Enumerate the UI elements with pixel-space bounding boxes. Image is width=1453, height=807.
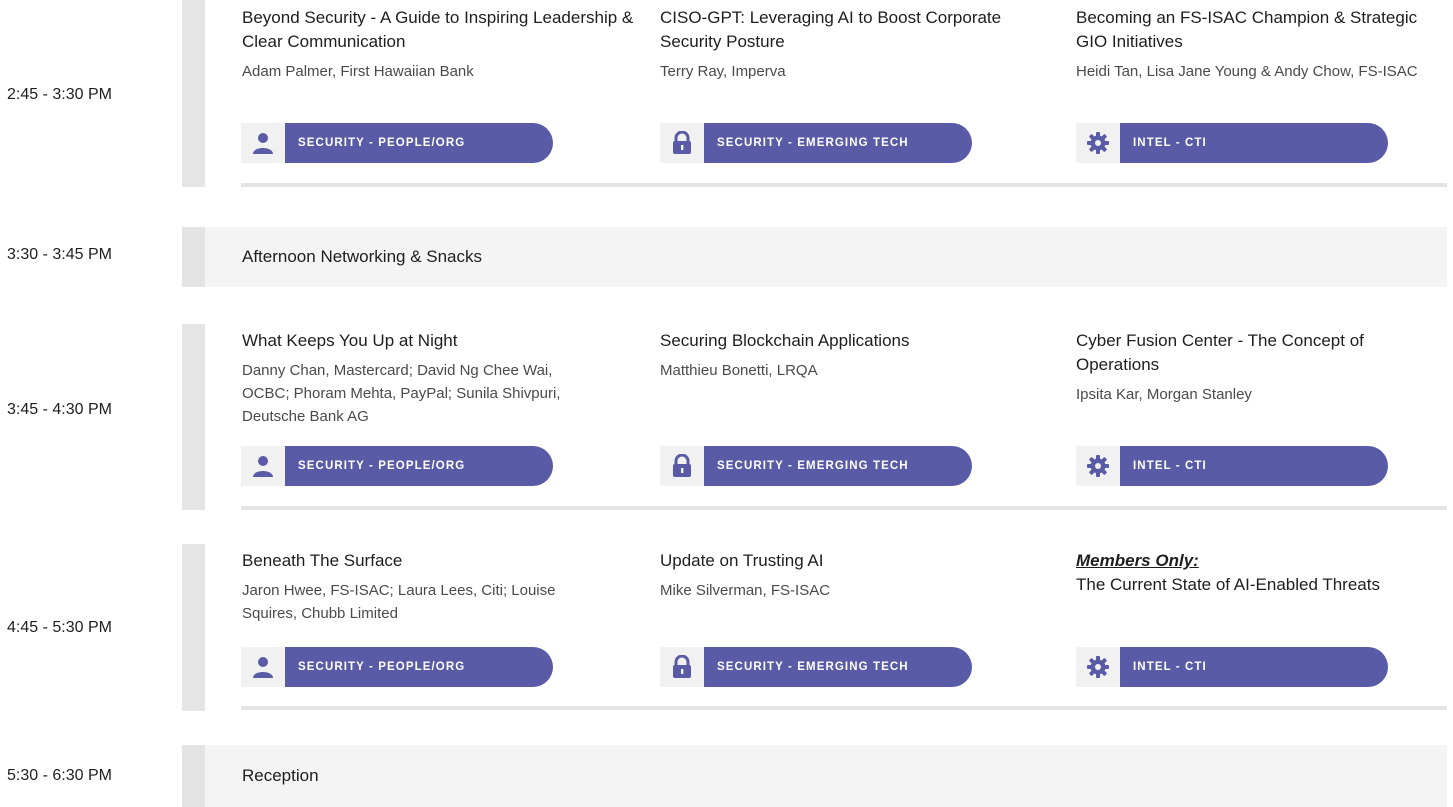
track-tag-people[interactable]: SECURITY - PEOPLE/ORG [241, 123, 553, 163]
session-card[interactable]: Update on Trusting AI Mike Silverman, FS… [660, 549, 1020, 602]
session-card[interactable]: Members Only: The Current State of AI-En… [1076, 549, 1416, 597]
time-slot: 3:45 - 4:30 PM [7, 401, 112, 418]
session-card[interactable]: Beneath The Surface Jaron Hwee, FS-ISAC;… [242, 549, 602, 625]
members-only-label: Members Only: [1076, 551, 1199, 570]
session-speakers: Ipsita Kar, Morgan Stanley [1076, 386, 1252, 403]
row-bar [182, 544, 205, 711]
row-divider [241, 506, 1447, 510]
session-card[interactable]: Beyond Security - A Guide to Inspiring L… [242, 6, 642, 83]
track-tag-tech[interactable]: SECURITY - EMERGING TECH [660, 446, 972, 486]
time-slot: 4:45 - 5:30 PM [7, 619, 112, 636]
session-title[interactable]: Beyond Security - A Guide to Inspiring L… [242, 6, 642, 54]
track-tag-label: SECURITY - PEOPLE/ORG [298, 661, 466, 673]
track-tag-tech[interactable]: SECURITY - EMERGING TECH [660, 123, 972, 163]
row-bar [182, 227, 205, 287]
gear-icon [1076, 123, 1120, 163]
track-tag-intel[interactable]: INTEL - CTI [1076, 446, 1388, 486]
session-card[interactable]: CISO-GPT: Leveraging AI to Boost Corpora… [660, 6, 1020, 83]
person-icon [241, 123, 285, 163]
row-bar [182, 324, 205, 510]
session-speakers: Terry Ray, Imperva [660, 63, 786, 80]
track-tag-label: SECURITY - PEOPLE/ORG [298, 460, 466, 472]
session-card[interactable]: Securing Blockchain Applications Matthie… [660, 329, 1020, 382]
track-tag-label: INTEL - CTI [1133, 137, 1207, 149]
session-speakers: Danny Chan, Mastercard; David Ng Chee Wa… [242, 362, 561, 425]
lock-icon [660, 647, 704, 687]
row-bar [182, 745, 205, 807]
session-card[interactable]: Becoming an FS-ISAC Champion & Strategic… [1076, 6, 1436, 83]
session-title[interactable]: Cyber Fusion Center - The Concept of Ope… [1076, 329, 1446, 377]
session-title[interactable]: Becoming an FS-ISAC Champion & Strategic… [1076, 6, 1436, 54]
lock-icon [660, 446, 704, 486]
session-speakers: Jaron Hwee, FS-ISAC; Laura Lees, Citi; L… [242, 582, 556, 622]
time-slot: 5:30 - 6:30 PM [7, 767, 112, 784]
person-icon [241, 647, 285, 687]
break-band: Afternoon Networking & Snacks [182, 227, 1447, 287]
break-title: Reception [242, 766, 319, 785]
session-card[interactable]: Cyber Fusion Center - The Concept of Ope… [1076, 329, 1446, 406]
track-tag-intel[interactable]: INTEL - CTI [1076, 123, 1388, 163]
gear-icon [1076, 647, 1120, 687]
track-tag-label: SECURITY - EMERGING TECH [717, 460, 909, 472]
track-tag-label: INTEL - CTI [1133, 460, 1207, 472]
track-tag-tech[interactable]: SECURITY - EMERGING TECH [660, 647, 972, 687]
session-speakers: Mike Silverman, FS-ISAC [660, 582, 831, 599]
row-divider [241, 183, 1447, 187]
session-title[interactable]: Securing Blockchain Applications [660, 329, 1020, 353]
person-icon [241, 446, 285, 486]
track-tag-people[interactable]: SECURITY - PEOPLE/ORG [241, 446, 553, 486]
break-title: Afternoon Networking & Snacks [242, 247, 483, 266]
session-speakers: Adam Palmer, First Hawaiian Bank [242, 63, 474, 80]
row-bar [182, 0, 205, 187]
session-title[interactable]: Update on Trusting AI [660, 549, 1020, 573]
time-slot: 2:45 - 3:30 PM [7, 86, 112, 103]
session-title[interactable]: The Current State of AI-Enabled Threats [1076, 573, 1416, 597]
row-divider [241, 706, 1447, 710]
gear-icon [1076, 446, 1120, 486]
session-title[interactable]: Beneath The Surface [242, 549, 602, 573]
session-title[interactable]: CISO-GPT: Leveraging AI to Boost Corpora… [660, 6, 1020, 54]
track-tag-label: SECURITY - EMERGING TECH [717, 661, 909, 673]
track-tag-label: SECURITY - EMERGING TECH [717, 137, 909, 149]
track-tag-label: SECURITY - PEOPLE/ORG [298, 137, 466, 149]
break-band: Reception [182, 745, 1447, 807]
time-slot: 3:30 - 3:45 PM [7, 246, 112, 263]
track-tag-label: INTEL - CTI [1133, 661, 1207, 673]
track-tag-intel[interactable]: INTEL - CTI [1076, 647, 1388, 687]
session-card[interactable]: What Keeps You Up at Night Danny Chan, M… [242, 329, 602, 428]
session-title[interactable]: What Keeps You Up at Night [242, 329, 602, 353]
session-speakers: Heidi Tan, Lisa Jane Young & Andy Chow, … [1076, 63, 1418, 80]
session-speakers: Matthieu Bonetti, LRQA [660, 362, 818, 379]
track-tag-people[interactable]: SECURITY - PEOPLE/ORG [241, 647, 553, 687]
lock-icon [660, 123, 704, 163]
